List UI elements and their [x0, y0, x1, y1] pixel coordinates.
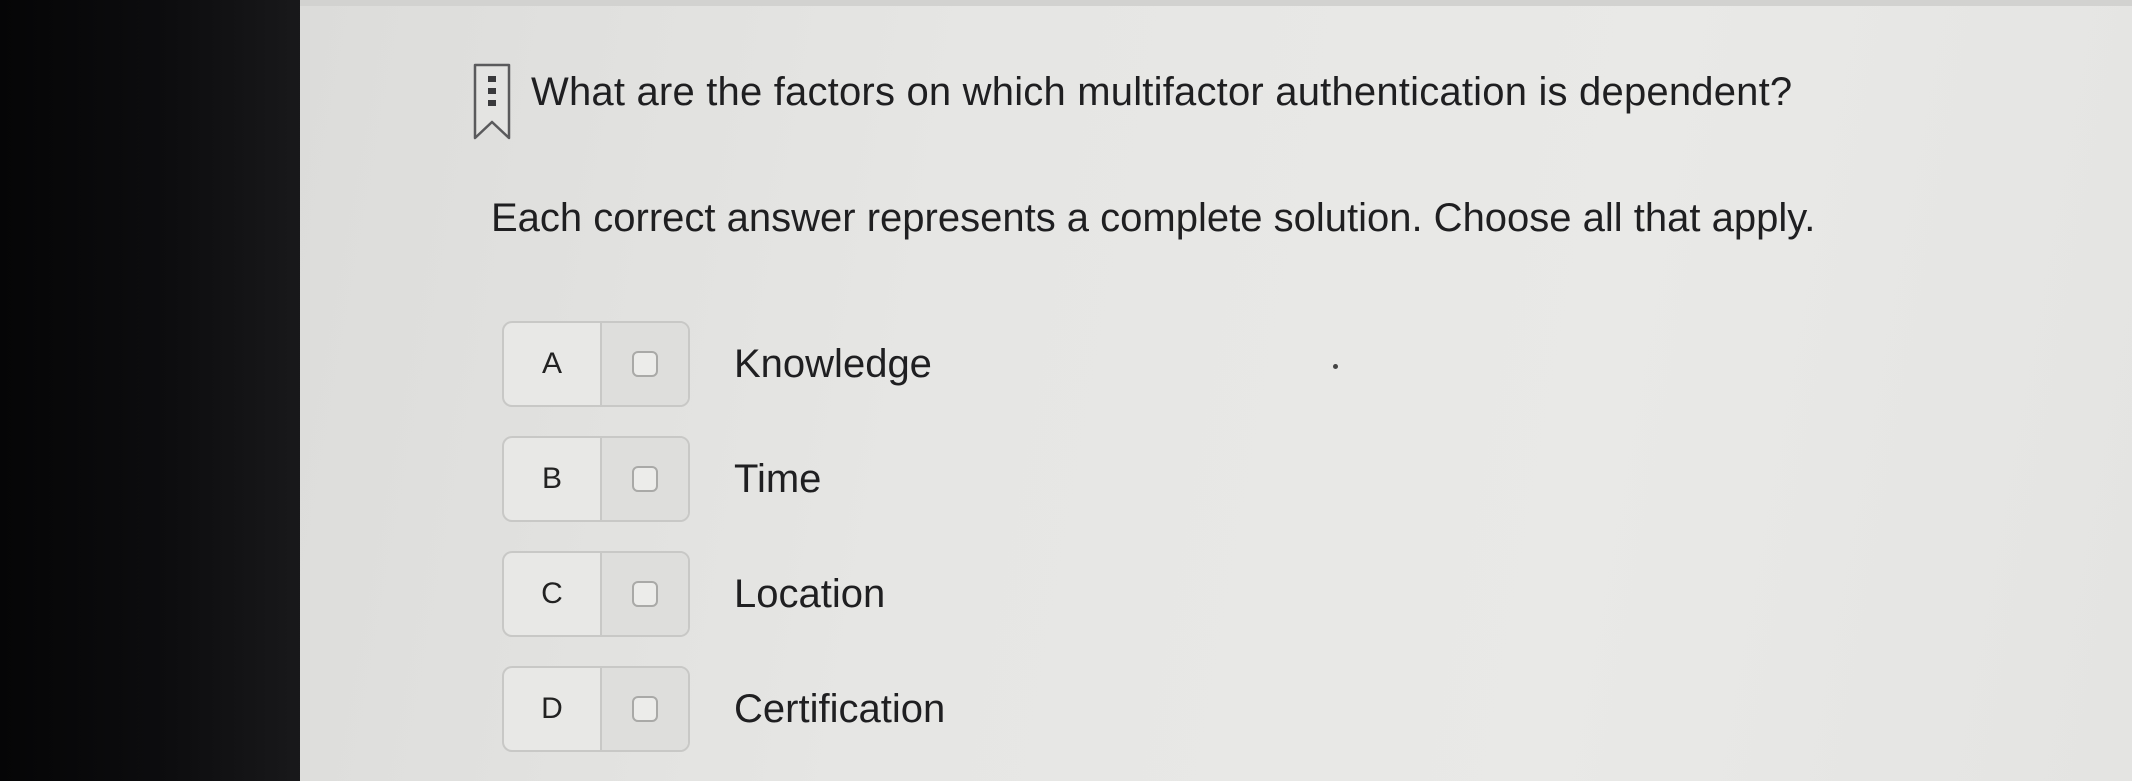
question-text: What are the factors on which multifacto… [531, 70, 1793, 114]
option-c-checkbox-cell[interactable] [602, 553, 688, 635]
option-b-checkbox-cell[interactable] [602, 438, 688, 520]
option-c[interactable]: C Location [502, 550, 885, 638]
option-d-label[interactable]: Certification [734, 687, 945, 732]
option-a-label[interactable]: Knowledge [734, 342, 932, 387]
option-a-box[interactable]: A [502, 321, 690, 407]
option-a-letter: A [504, 323, 602, 405]
option-a-checkbox[interactable] [632, 351, 658, 377]
instructions-text: Each correct answer represents a complet… [491, 196, 1816, 240]
option-d-box[interactable]: D [502, 666, 690, 752]
option-b-checkbox[interactable] [632, 466, 658, 492]
option-d[interactable]: D Certification [502, 665, 945, 753]
cursor-dot [1333, 364, 1338, 369]
monitor-bezel [0, 0, 315, 781]
option-c-label[interactable]: Location [734, 572, 885, 617]
option-d-letter: D [504, 668, 602, 750]
option-b[interactable]: B Time [502, 435, 821, 523]
option-c-checkbox[interactable] [632, 581, 658, 607]
option-b-label[interactable]: Time [734, 457, 821, 502]
option-b-box[interactable]: B [502, 436, 690, 522]
bookmark-icon[interactable] [472, 62, 512, 142]
option-c-box[interactable]: C [502, 551, 690, 637]
option-c-letter: C [504, 553, 602, 635]
option-b-letter: B [504, 438, 602, 520]
screen-top-edge [300, 0, 2132, 6]
option-a[interactable]: A Knowledge [502, 320, 932, 408]
option-d-checkbox-cell[interactable] [602, 668, 688, 750]
option-d-checkbox[interactable] [632, 696, 658, 722]
option-a-checkbox-cell[interactable] [602, 323, 688, 405]
